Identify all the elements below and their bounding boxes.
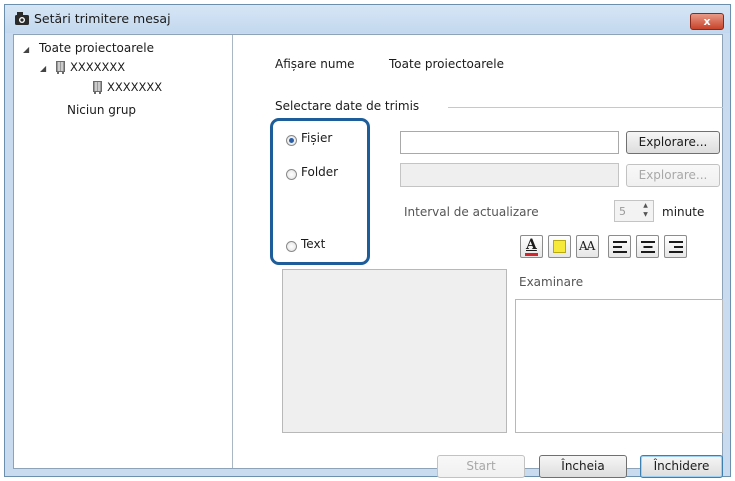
background-color-icon [553, 240, 566, 253]
display-name-label: Afișare nume [275, 57, 355, 71]
window-title: Setări trimitere mesaj [34, 11, 171, 26]
tree-item-all-projectors[interactable]: Toate proiectoarele [39, 41, 154, 55]
expand-arrow-icon[interactable]: ◢ [23, 45, 29, 54]
align-center-icon [641, 241, 655, 253]
close-icon: x [703, 15, 711, 28]
tree-item-projector[interactable]: XXXXXXX [107, 80, 162, 94]
title-bar[interactable]: Setări trimitere mesaj x [5, 5, 730, 33]
folder-path-input[interactable] [400, 163, 619, 187]
start-button[interactable]: Start [437, 455, 525, 478]
section-title: Selectare date de trimis [275, 99, 420, 113]
tree-item-group[interactable]: XXXXXXX [70, 60, 125, 74]
window-close-button[interactable]: x [690, 13, 724, 30]
update-interval-value: 5 [619, 205, 626, 218]
projector-icon [56, 61, 65, 74]
font-color-button[interactable]: A [520, 235, 543, 258]
options-highlight-frame [270, 118, 370, 265]
font-size-icon: AA [579, 239, 595, 253]
close-button[interactable]: Închidere [640, 455, 723, 478]
projector-tree[interactable]: ◢ Toate proiectoarele ◢ XXXXXXX XXXXXXX … [14, 35, 233, 468]
update-interval-label: Interval de actualizare [404, 205, 539, 219]
font-color-swatch [525, 253, 538, 256]
projector-icon [93, 81, 102, 94]
stepper-up-icon[interactable]: ▲ [639, 202, 652, 211]
file-path-input[interactable] [400, 131, 619, 154]
tree-item-no-group[interactable]: Niciun grup [67, 103, 136, 117]
align-center-button[interactable] [636, 235, 659, 258]
stop-button[interactable]: Încheia [539, 455, 627, 478]
section-divider [448, 107, 723, 108]
expand-arrow-icon[interactable]: ◢ [40, 64, 46, 73]
update-interval-unit: minute [662, 205, 705, 219]
stepper-down-icon[interactable]: ▼ [639, 211, 652, 220]
preview-panel [515, 299, 723, 433]
dialog-body: ◢ Toate proiectoarele ◢ XXXXXXX XXXXXXX … [13, 34, 723, 478]
font-size-button[interactable]: AA [576, 235, 599, 258]
display-name-value: Toate proiectoarele [389, 57, 505, 71]
message-text-area[interactable] [282, 269, 507, 433]
align-right-button[interactable] [664, 235, 687, 258]
text-format-toolbar: A AA [520, 235, 720, 258]
align-left-button[interactable] [608, 235, 631, 258]
update-interval-stepper[interactable]: 5 ▲ ▼ [614, 200, 654, 222]
send-message-settings-window: Setări trimitere mesaj x ◢ Toate proiect… [4, 4, 731, 478]
font-color-icon: A [526, 237, 537, 253]
align-right-icon [669, 241, 683, 253]
preview-label: Examinare [519, 275, 584, 289]
browse-folder-button[interactable]: Explorare... [626, 164, 720, 187]
projector-message-icon [15, 12, 29, 25]
align-left-icon [613, 241, 627, 253]
background-color-button[interactable] [548, 235, 571, 258]
browse-file-button[interactable]: Explorare... [626, 131, 720, 154]
